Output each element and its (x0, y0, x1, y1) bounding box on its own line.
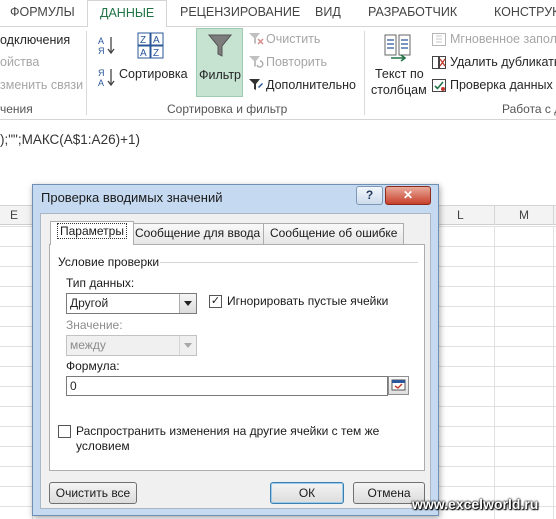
chevron-down-icon[interactable] (179, 294, 196, 313)
svg-text:Я: Я (98, 46, 105, 55)
data-validation-icon[interactable] (432, 79, 446, 92)
svg-text:Z: Z (153, 48, 159, 59)
svg-text:A: A (98, 78, 104, 87)
remove-duplicates-button[interactable]: Удалить дубликаты (450, 55, 556, 69)
column-header-e[interactable]: E (10, 208, 18, 222)
connections-button[interactable]: одключения (0, 33, 70, 47)
grid-line (553, 226, 554, 519)
ok-button[interactable]: ОК (270, 482, 344, 504)
apply-all-checkbox[interactable] (58, 425, 71, 438)
section-divider (160, 262, 418, 263)
range-select-button[interactable] (388, 376, 409, 395)
advanced-button[interactable]: Дополнительно (266, 78, 356, 92)
data-validation-button[interactable]: Проверка данных (450, 78, 553, 92)
sort-az-icon[interactable]: A Я (98, 35, 116, 55)
tab-view[interactable]: ВИД (315, 5, 341, 19)
connections-group-label: чения (0, 102, 33, 116)
formula-input-value: 0 (70, 379, 77, 393)
filter-button[interactable]: Фильтр (196, 28, 243, 97)
dialog-body: Параметры Сообщение для ввода Сообщение … (40, 213, 431, 509)
reapply-button[interactable]: Повторить (266, 55, 327, 69)
dialog-title: Проверка вводимых значений (41, 190, 223, 205)
data-tools-group-label: Работа с д (502, 102, 556, 116)
text-to-columns-label-2[interactable]: столбцам (371, 83, 427, 97)
apply-all-label[interactable]: Распространить изменения на другие ячейк… (76, 424, 406, 454)
sort-filter-group-label: Сортировка и фильтр (167, 102, 288, 116)
svg-text:A: A (140, 48, 147, 59)
data-type-select[interactable]: Другой (66, 293, 197, 314)
tab-formulas[interactable]: ФОРМУЛЫ (10, 5, 75, 19)
column-header-l[interactable]: L (457, 208, 464, 222)
value-select[interactable]: между (66, 335, 197, 356)
data-type-label: Тип данных: (66, 276, 135, 290)
sort-dialog-icon[interactable]: Z A A Z (137, 32, 165, 60)
close-button[interactable]: ✕ (385, 186, 431, 205)
ignore-blank-checkbox[interactable]: ✓ (209, 295, 222, 308)
tab-review[interactable]: РЕЦЕНЗИРОВАНИЕ (180, 5, 300, 19)
value-label: Значение: (66, 318, 123, 332)
remove-duplicates-icon[interactable] (432, 56, 446, 69)
text-to-columns-icon[interactable] (383, 32, 413, 62)
grid-line (494, 226, 495, 519)
column-header-m[interactable]: M (519, 208, 529, 222)
tab-error-alert[interactable]: Сообщение об ошибке (263, 223, 405, 244)
flash-fill-icon[interactable] (432, 33, 446, 46)
formula-input[interactable]: 0 (66, 376, 388, 396)
formula-label: Формула: (66, 359, 120, 373)
svg-text:Я: Я (98, 68, 105, 78)
svg-text:Z: Z (140, 35, 146, 46)
tab-settings[interactable]: Параметры (50, 221, 134, 245)
flash-fill-button[interactable]: Мгновенное заполн (450, 32, 556, 46)
svg-text:A: A (153, 35, 160, 46)
value-select-value: между (70, 338, 106, 352)
edit-links-button[interactable]: зменить связи (0, 78, 83, 92)
group-separator (364, 31, 365, 115)
ignore-blank-label[interactable]: Игнорировать пустые ячейки (227, 294, 388, 308)
settings-panel: Условие проверки Тип данных: Другой ✓ Иг… (49, 244, 425, 471)
collapse-dialog-icon (391, 379, 406, 391)
data-type-value: Другой (70, 296, 109, 310)
filter-funnel-icon (208, 34, 232, 57)
formula-bar-text[interactable]: );"";МАКС(A$1:A26)+1) (0, 132, 140, 147)
clear-button[interactable]: Очистить (266, 32, 320, 46)
reapply-icon[interactable] (248, 55, 264, 69)
tab-settings-label: Параметры (57, 223, 127, 239)
filter-label: Фильтр (199, 68, 241, 82)
tab-data[interactable]: ДАННЫЕ (87, 0, 168, 28)
column-divider (494, 205, 495, 225)
chevron-down-icon[interactable] (179, 336, 196, 355)
sort-button[interactable]: Сортировка (119, 67, 188, 81)
ribbon: одключения ойства зменить связи чения A … (0, 27, 556, 120)
svg-text:A: A (98, 36, 104, 46)
column-divider (553, 205, 554, 225)
tab-input-message[interactable]: Сообщение для ввода (128, 223, 268, 244)
properties-button[interactable]: ойства (0, 55, 39, 69)
watermark: www.excelworld.ru (412, 496, 539, 512)
tab-design[interactable]: КОНСТРУК (494, 5, 556, 19)
clear-filter-icon[interactable] (248, 32, 264, 46)
data-validation-dialog: Проверка вводимых значений ? ✕ Параметры… (32, 184, 439, 516)
clear-all-button[interactable]: Очистить все (49, 482, 137, 504)
ribbon-tab-bar: ФОРМУЛЫ ДАННЫЕ РЕЦЕНЗИРОВАНИЕ ВИД РАЗРАБ… (0, 0, 556, 28)
group-separator (86, 31, 87, 115)
sort-za-icon[interactable]: Я A (98, 67, 116, 87)
help-button[interactable]: ? (356, 186, 383, 205)
tab-developer[interactable]: РАЗРАБОТЧИК (368, 5, 457, 19)
text-to-columns-label-1[interactable]: Текст по (375, 67, 424, 81)
section-heading: Условие проверки (58, 255, 160, 269)
advanced-filter-icon[interactable] (248, 78, 264, 92)
